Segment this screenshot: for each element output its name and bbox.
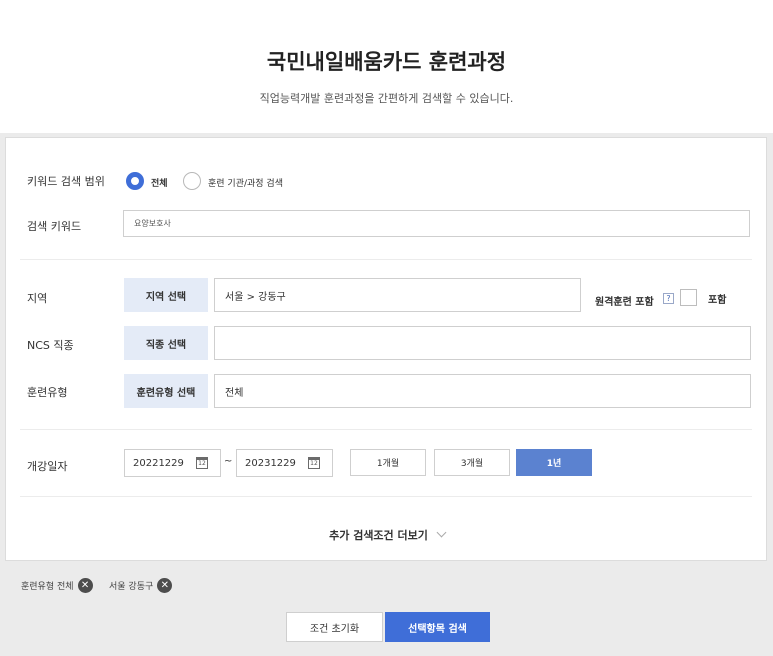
start-date-label: 개강일자 (27, 460, 68, 473)
selected-chip: 훈련유형 전체 ✕ (21, 578, 93, 593)
ncs-value-field[interactable] (214, 326, 751, 360)
remote-include-label[interactable]: 포함 (708, 291, 726, 306)
date-range-separator: ~ (224, 456, 233, 467)
search-form-panel: 키워드 검색 범위 전체 훈련 기관/과정 검색 검색 키워드 요양보호사 지역… (5, 137, 767, 561)
divider (20, 429, 752, 430)
remote-training-label: 원격훈련 포함 (595, 297, 654, 308)
scope-all-label[interactable]: 전체 (151, 176, 168, 189)
remote-include-checkbox[interactable] (680, 289, 697, 306)
period-1-year-button[interactable]: 1년 (516, 449, 592, 476)
chip-label: 서울 강동구 (109, 582, 154, 592)
calendar-icon[interactable]: 12 (196, 457, 208, 469)
help-icon[interactable]: ? (663, 293, 674, 304)
page-subtitle: 직업능력개발 훈련과정을 간편하게 검색할 수 있습니다. (259, 92, 514, 105)
keyword-label: 검색 키워드 (27, 220, 82, 233)
search-scope-label: 키워드 검색 범위 (27, 175, 105, 188)
keyword-input[interactable]: 요양보호사 (123, 210, 750, 237)
chevron-down-icon (436, 527, 447, 538)
remove-chip-icon[interactable]: ✕ (157, 578, 173, 593)
divider (20, 259, 752, 260)
ncs-label: NCS 직종 (27, 339, 74, 352)
training-type-select-button[interactable]: 훈련유형 선택 (124, 374, 208, 408)
search-selected-button[interactable]: 선택항목 검색 (385, 612, 490, 642)
selected-chip: 서울 강동구 ✕ (109, 578, 173, 593)
training-type-label: 훈련유형 (27, 386, 68, 399)
divider (20, 496, 752, 497)
more-conditions-label[interactable]: 추가 검색조건 더보기 (329, 529, 428, 542)
region-value-field[interactable]: 서울 > 강동구 (214, 278, 581, 312)
region-label: 지역 (27, 292, 48, 305)
scope-institution-radio[interactable] (183, 172, 201, 190)
reset-conditions-button[interactable]: 조건 초기화 (286, 612, 383, 642)
region-select-button[interactable]: 지역 선택 (124, 278, 208, 312)
search-area: 키워드 검색 범위 전체 훈련 기관/과정 검색 검색 키워드 요양보호사 지역… (0, 133, 773, 656)
chip-label: 훈련유형 전체 (21, 582, 74, 592)
scope-institution-label[interactable]: 훈련 기관/과정 검색 (208, 176, 283, 189)
remove-chip-icon[interactable]: ✕ (77, 578, 93, 593)
scope-all-radio[interactable] (126, 172, 144, 190)
period-3-months-button[interactable]: 3개월 (434, 449, 510, 476)
ncs-select-button[interactable]: 직종 선택 (124, 326, 208, 360)
calendar-icon[interactable]: 12 (308, 457, 320, 469)
page-title: 국민내일배움카드 훈련과정 (266, 50, 507, 74)
training-type-value-field[interactable]: 전체 (214, 374, 751, 408)
period-1-month-button[interactable]: 1개월 (350, 449, 426, 476)
more-conditions-toggle[interactable]: 추가 검색조건 더보기 (6, 527, 768, 543)
